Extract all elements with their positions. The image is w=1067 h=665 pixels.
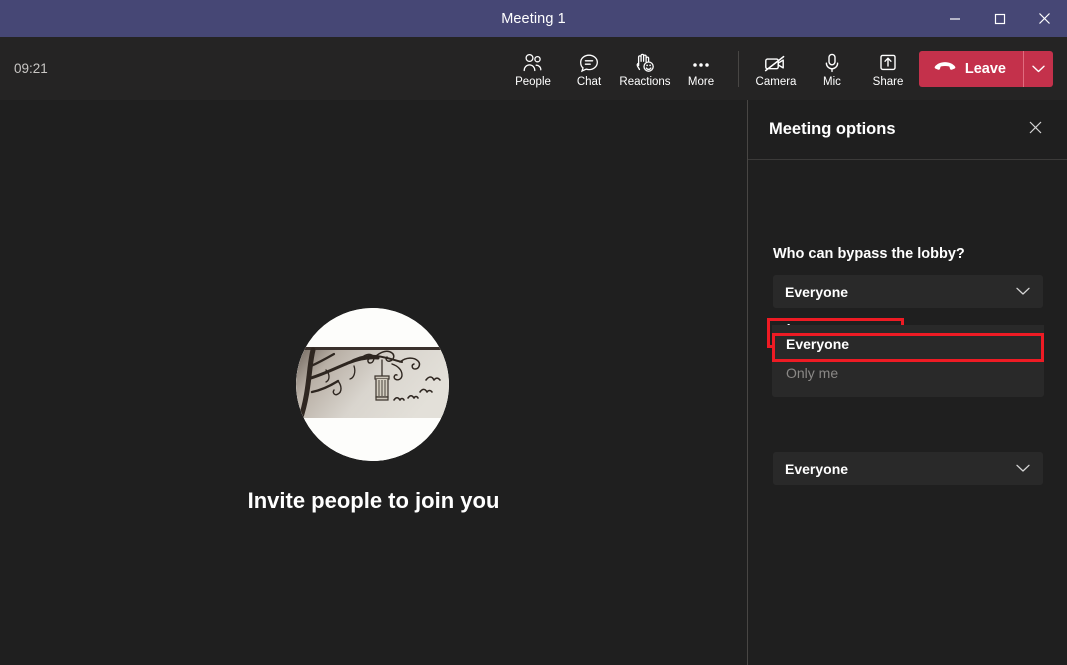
- chat-icon: [578, 49, 600, 74]
- people-button[interactable]: People: [505, 37, 561, 100]
- reactions-label: Reactions: [619, 75, 671, 88]
- teams-meeting-window: Meeting 1 09:21 People Chat Reactions Mo…: [0, 0, 1067, 665]
- window-controls: [932, 0, 1067, 37]
- maximize-icon[interactable]: [977, 0, 1022, 37]
- camera-button[interactable]: Camera: [748, 37, 804, 100]
- camera-label: Camera: [755, 75, 797, 88]
- close-icon: [1028, 120, 1043, 140]
- lobby-select-value: Everyone: [785, 283, 849, 300]
- more-label: More: [687, 75, 715, 88]
- camera-off-icon: [763, 49, 789, 74]
- present-dropdown-list: Everyone Only me: [772, 325, 1044, 397]
- people-icon: [522, 49, 545, 74]
- panel-close-button[interactable]: [1019, 114, 1051, 146]
- panel-header: Meeting options: [748, 100, 1067, 160]
- share-tray-icon: [877, 49, 899, 74]
- more-ellipsis-icon: [690, 49, 712, 74]
- meeting-toolbar: 09:21 People Chat Reactions More Camera …: [0, 37, 1067, 100]
- reactions-icon: [633, 49, 657, 74]
- leave-button[interactable]: Leave: [918, 50, 1023, 87]
- toolbar-divider: [738, 50, 739, 87]
- mic-label: Mic: [823, 75, 841, 88]
- people-label: People: [515, 75, 551, 88]
- leave-control-group: Leave: [918, 37, 1053, 100]
- chevron-down-icon: [1016, 464, 1030, 473]
- lobby-select[interactable]: Everyone: [773, 275, 1043, 308]
- lobby-field-label: Who can bypass the lobby?: [773, 246, 965, 262]
- microphone-icon: [823, 49, 841, 74]
- hangup-phone-icon: [934, 61, 956, 77]
- dropdown-option-everyone[interactable]: Everyone: [772, 329, 1044, 358]
- share-button[interactable]: Share: [860, 37, 916, 100]
- reactions-button[interactable]: Reactions: [617, 37, 673, 100]
- mic-button[interactable]: Mic: [804, 37, 860, 100]
- present-select-value: Everyone: [785, 460, 849, 477]
- more-button[interactable]: More: [673, 37, 729, 100]
- chevron-down-icon: [1032, 60, 1045, 78]
- meeting-timer: 09:21: [14, 61, 48, 76]
- page-title: Meeting options: [769, 120, 896, 138]
- leave-dropdown-button[interactable]: [1023, 50, 1053, 87]
- window-title: Meeting 1: [501, 10, 566, 27]
- chat-label: Chat: [576, 75, 602, 88]
- chat-button[interactable]: Chat: [561, 37, 617, 100]
- leave-label: Leave: [964, 60, 1006, 77]
- meeting-stage: Invite people to join you: [0, 100, 747, 665]
- minimize-icon[interactable]: [932, 0, 977, 37]
- chevron-down-icon: [1016, 287, 1030, 296]
- avatar: [296, 308, 449, 461]
- share-label: Share: [872, 75, 904, 88]
- invite-people-text: Invite people to join you: [247, 488, 500, 513]
- close-icon[interactable]: [1022, 0, 1067, 37]
- toolbar-buttons: People Chat Reactions More Camera Mic Sh…: [505, 37, 916, 100]
- title-bar: Meeting 1: [0, 0, 1067, 37]
- dropdown-option-only-me[interactable]: Only me: [772, 358, 1044, 387]
- present-select[interactable]: Everyone: [773, 452, 1043, 485]
